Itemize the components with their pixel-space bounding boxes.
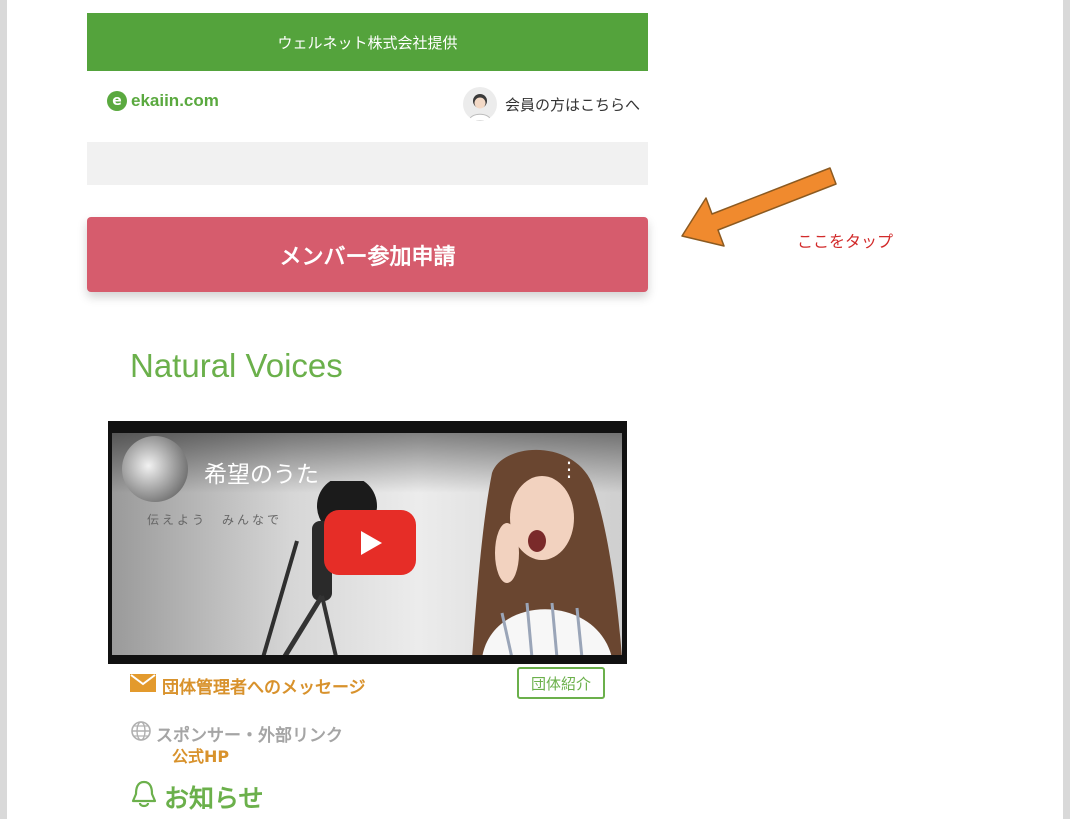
video-subtitle: 伝えよう みんなで <box>147 513 283 527</box>
member-login-label: 会員の方はこちらへ <box>504 95 640 114</box>
group-intro-label: 団体紹介 <box>530 674 591 693</box>
youtube-video-embed[interactable]: 希望のうた 伝えよう みんなで ⋮ <box>108 421 627 664</box>
singer-illustration <box>432 443 622 655</box>
message-admin-label: 団体管理者へのメッセージ <box>162 678 366 698</box>
tap-here-annotation: ここをタップ <box>797 232 894 251</box>
member-login-link[interactable]: 会員の方はこちらへ <box>462 87 640 121</box>
message-admin-link[interactable]: 団体管理者へのメッセージ <box>130 673 366 698</box>
site-logo-text: ekaiin.com <box>131 91 219 110</box>
play-icon <box>361 530 382 555</box>
envelope-icon <box>130 674 156 697</box>
group-intro-button[interactable]: 団体紹介 <box>517 667 605 699</box>
user-avatar-icon <box>462 87 497 121</box>
header-spacer <box>87 142 648 185</box>
news-heading: お知らせ <box>130 779 264 815</box>
member-join-button[interactable]: メンバー参加申請 <box>87 217 648 292</box>
ekaiin-logo-icon: e <box>107 91 127 111</box>
provider-banner: ウェルネット株式会社提供 <box>87 13 648 71</box>
play-button[interactable] <box>324 510 416 575</box>
window-edge-left <box>0 0 7 819</box>
site-logo[interactable]: e ekaiin.com <box>107 91 219 111</box>
news-label: お知らせ <box>164 784 264 813</box>
video-thumbnail: 希望のうた 伝えよう みんなで ⋮ <box>112 433 622 655</box>
provider-banner-text: ウェルネット株式会社提供 <box>277 33 458 52</box>
bell-icon <box>130 779 158 815</box>
video-title[interactable]: 希望のうた <box>204 455 319 489</box>
official-hp-link[interactable]: 公式HP <box>172 743 229 767</box>
member-join-label: メンバー参加申請 <box>279 244 456 270</box>
sponsor-section-heading: スポンサー・外部リンク <box>130 720 343 747</box>
more-options-icon[interactable]: ⋮ <box>559 459 579 479</box>
site-header: e ekaiin.com 会員の方はこちらへ <box>87 71 648 137</box>
window-edge-right <box>1063 0 1070 819</box>
group-title: Natural Voices <box>130 347 343 384</box>
channel-avatar[interactable] <box>122 436 188 502</box>
globe-icon <box>130 720 152 747</box>
